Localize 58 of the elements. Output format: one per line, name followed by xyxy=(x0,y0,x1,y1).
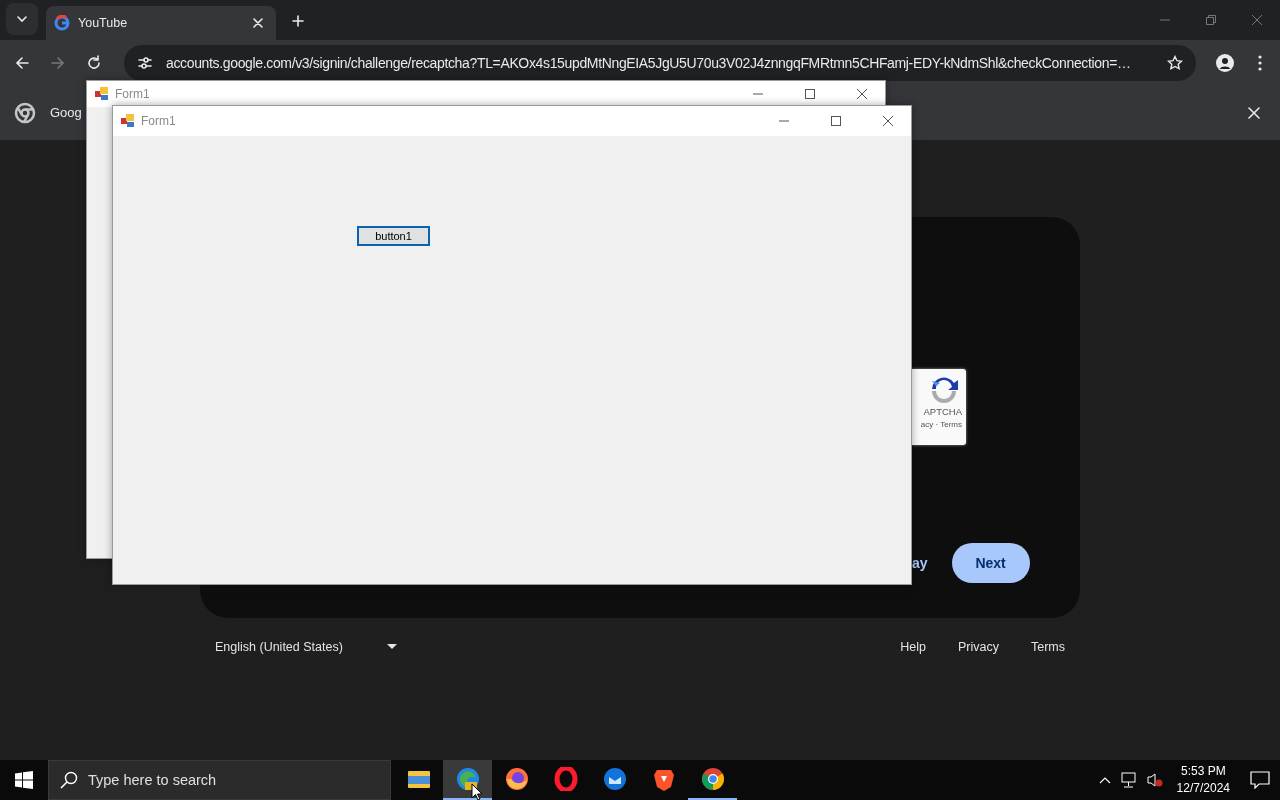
star-icon xyxy=(1167,54,1183,71)
url-text: accounts.google.com/v3/signin/challenge/recaptcha?TL=AKOx4s15updMtNngEIA5JgU5U70u3V02J4znngqFMRtmn5CHFamj-EDY-kNdmShl&checkConnection=… xyxy=(166,54,1132,71)
tab-list-button[interactable] xyxy=(6,3,38,35)
google-icon xyxy=(54,15,70,31)
restore-icon xyxy=(1206,15,1216,25)
search-icon xyxy=(60,771,78,789)
taskbar-search-field[interactable]: Type here to search xyxy=(48,760,391,800)
person-icon xyxy=(1216,53,1234,72)
address-bar[interactable]: accounts.google.com/v3/signin/challenge/recaptcha?TL=AKOx4s15updMtNngEIA5JgU5U70u3V02J4znngqFMRtmn5CHFamj-EDY-kNdmShl&checkConnection=… xyxy=(124,44,1196,81)
lion-shield-icon xyxy=(652,767,675,791)
footer-link[interactable]: Help xyxy=(900,640,926,654)
time-text: 5:53 PM xyxy=(1180,763,1226,780)
dropdown-caret-icon xyxy=(386,644,397,650)
fox-browser-icon xyxy=(504,767,529,791)
plus-icon xyxy=(292,15,304,27)
notification-icon xyxy=(1250,771,1270,789)
clock[interactable]: 5:53 PM 12/7/2024 xyxy=(1176,763,1230,797)
folder-icon xyxy=(406,769,431,789)
close-icon xyxy=(883,116,893,126)
reload-icon xyxy=(86,54,102,71)
form-button[interactable]: button1 xyxy=(357,226,430,246)
maximize-icon xyxy=(805,89,815,99)
menu-dots-icon xyxy=(1258,54,1262,71)
browser-icon xyxy=(455,767,480,791)
mouse-cursor-icon xyxy=(471,783,483,800)
infobar-text: Goog xyxy=(50,105,83,120)
chevron-up-icon xyxy=(1098,776,1111,784)
close-icon xyxy=(1248,106,1260,119)
ring-icon xyxy=(553,767,578,791)
language-dropdown[interactable]: English (United States) xyxy=(215,640,397,654)
form-icon xyxy=(121,114,135,128)
browser-icon xyxy=(700,767,725,791)
bird-icon xyxy=(602,767,627,791)
speaker-muted-icon xyxy=(1146,772,1163,788)
back-arrow-icon xyxy=(14,54,30,71)
recaptcha-links: acy · Terms xyxy=(920,420,962,429)
taskbar-app-button[interactable] xyxy=(443,760,492,800)
forward-arrow-icon xyxy=(50,54,66,71)
window-title: Form1 xyxy=(115,87,151,101)
close-icon xyxy=(857,89,867,99)
form-icon xyxy=(95,87,109,101)
chrome-icon xyxy=(14,101,36,124)
date-text: 12/7/2024 xyxy=(1176,780,1230,797)
windows-logo-icon xyxy=(15,771,33,789)
network-icon xyxy=(1120,772,1137,788)
close-icon xyxy=(253,18,263,28)
footer-link[interactable]: Terms xyxy=(1030,640,1065,654)
browser-tab[interactable]: YouTube xyxy=(46,6,276,40)
tab-title: YouTube xyxy=(78,16,129,30)
text-link-button[interactable]: ay xyxy=(912,555,928,571)
next-button[interactable]: Next xyxy=(951,543,1030,583)
close-icon xyxy=(1252,15,1262,25)
footer-link[interactable]: Privacy xyxy=(958,640,999,654)
window-title: Form1 xyxy=(141,114,177,128)
chevron-down-icon xyxy=(16,13,28,25)
sliders-icon xyxy=(137,54,153,71)
maximize-icon xyxy=(831,116,841,126)
recaptcha-label: APTCHA xyxy=(923,406,962,417)
